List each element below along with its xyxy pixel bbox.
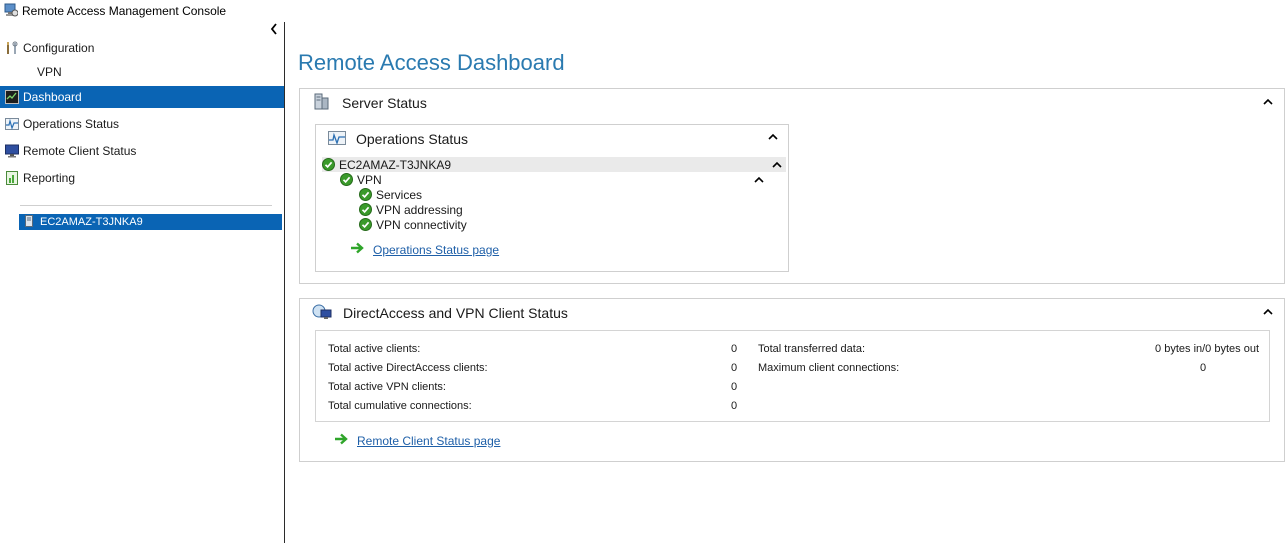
- dashboard-icon: [5, 90, 19, 104]
- stat-value-max-client-connections: 0: [1200, 362, 1207, 374]
- stat-value-total-active-clients: 0: [731, 343, 738, 355]
- stat-label-vpn-clients: Total active VPN clients:: [328, 381, 446, 393]
- nav-label-configuration: Configuration: [23, 41, 95, 55]
- tree-label-services: Services: [376, 187, 423, 202]
- tree-row-server[interactable]: EC2AMAZ-T3JNKA9: [322, 157, 786, 172]
- nav-item-reporting[interactable]: Reporting: [0, 167, 284, 189]
- server-status-icon: [312, 93, 330, 114]
- tree-row-vpn[interactable]: VPN: [340, 172, 382, 187]
- client-status-link-row: Remote Client Status page: [334, 433, 500, 448]
- operations-status-icon: [328, 130, 346, 149]
- operations-status-page-link[interactable]: Operations Status page: [373, 243, 499, 257]
- tree-label-vpn: VPN: [357, 172, 382, 187]
- page-title: Remote Access Dashboard: [298, 50, 565, 75]
- collapse-vpn-node-icon[interactable]: [754, 176, 764, 183]
- tools-icon: [5, 41, 19, 55]
- check-icon: [359, 203, 372, 216]
- server-icon: [25, 214, 33, 230]
- stat-label-total-active-clients: Total active clients:: [328, 343, 421, 355]
- check-icon: [322, 158, 335, 171]
- operations-status-panel: Operations Status EC2AMAZ-T3JNKA9 VPN Se…: [315, 124, 789, 272]
- window-title: Remote Access Management Console: [22, 4, 227, 18]
- nav-label-operations-status: Operations Status: [23, 117, 120, 131]
- nav-item-remote-client-status[interactable]: Remote Client Status: [0, 140, 284, 162]
- arrow-right-icon: [334, 433, 349, 448]
- report-icon: [5, 171, 19, 185]
- arrow-right-icon: [350, 242, 365, 257]
- operations-status-title: Operations Status: [356, 131, 469, 147]
- stat-label-total-transferred-data: Total transferred data:: [758, 343, 866, 355]
- remote-access-app-icon: [4, 3, 19, 20]
- server-status-title: Server Status: [342, 95, 427, 111]
- tree-row-vpn-connectivity[interactable]: VPN connectivity: [359, 217, 467, 232]
- stat-value-vpn-clients: 0: [731, 381, 738, 393]
- collapse-client-status-icon[interactable]: [1263, 308, 1273, 315]
- stat-value-directaccess-clients: 0: [731, 362, 738, 374]
- navigation-pane: Configuration VPN Dashboard Operations S…: [0, 22, 284, 543]
- nav-label-remote-client-status: Remote Client Status: [23, 144, 137, 158]
- check-icon: [340, 173, 353, 186]
- operations-status-header: Operations Status: [328, 125, 468, 153]
- tree-label-vpn-connectivity: VPN connectivity: [376, 217, 467, 232]
- operations-status-icon: [5, 117, 19, 131]
- check-icon: [359, 218, 372, 231]
- title-bar: Remote Access Management Console: [0, 0, 1287, 22]
- nav-item-vpn[interactable]: VPN: [37, 65, 62, 79]
- collapse-server-node-icon[interactable]: [772, 161, 782, 168]
- nav-item-operations-status[interactable]: Operations Status: [0, 113, 284, 135]
- server-list-item[interactable]: EC2AMAZ-T3JNKA9: [19, 214, 282, 230]
- nav-item-configuration[interactable]: Configuration: [0, 37, 284, 59]
- client-stats-box: Total active clients: Total active Direc…: [315, 330, 1270, 422]
- stat-label-directaccess-clients: Total active DirectAccess clients:: [328, 362, 488, 374]
- stat-label-cumulative-connections: Total cumulative connections:: [328, 400, 472, 412]
- client-status-icon: [312, 303, 332, 324]
- client-status-header: DirectAccess and VPN Client Status: [312, 299, 568, 327]
- check-icon: [359, 188, 372, 201]
- tree-row-services[interactable]: Services: [359, 187, 422, 202]
- server-name: EC2AMAZ-T3JNKA9: [40, 216, 143, 228]
- collapse-server-status-icon[interactable]: [1263, 98, 1273, 105]
- tree-label-vpn-addressing: VPN addressing: [376, 202, 463, 217]
- nav-label-dashboard: Dashboard: [23, 90, 82, 104]
- nav-label-reporting: Reporting: [23, 171, 76, 185]
- pane-splitter[interactable]: [284, 22, 285, 543]
- collapse-operations-status-icon[interactable]: [768, 133, 778, 140]
- stat-value-total-transferred-data: 0 bytes in/0 bytes out: [1155, 343, 1259, 355]
- server-status-header: Server Status: [312, 89, 427, 117]
- stat-value-cumulative-connections: 0: [731, 400, 738, 412]
- client-status-title: DirectAccess and VPN Client Status: [343, 305, 568, 321]
- client-status-panel: DirectAccess and VPN Client Status Total…: [299, 298, 1285, 462]
- remote-client-status-page-link[interactable]: Remote Client Status page: [357, 434, 500, 448]
- collapse-pane-icon[interactable]: [270, 23, 278, 38]
- server-status-panel: Server Status Operations Status EC2AMAZ-…: [299, 88, 1285, 284]
- tree-label-server: EC2AMAZ-T3JNKA9: [339, 157, 452, 172]
- operations-status-link-row: Operations Status page: [350, 242, 499, 257]
- nav-divider: [20, 205, 272, 206]
- stat-label-max-client-connections: Maximum client connections:: [758, 362, 900, 374]
- nav-item-dashboard[interactable]: Dashboard: [0, 86, 284, 108]
- tree-row-vpn-addressing[interactable]: VPN addressing: [359, 202, 463, 217]
- monitor-icon: [5, 144, 19, 158]
